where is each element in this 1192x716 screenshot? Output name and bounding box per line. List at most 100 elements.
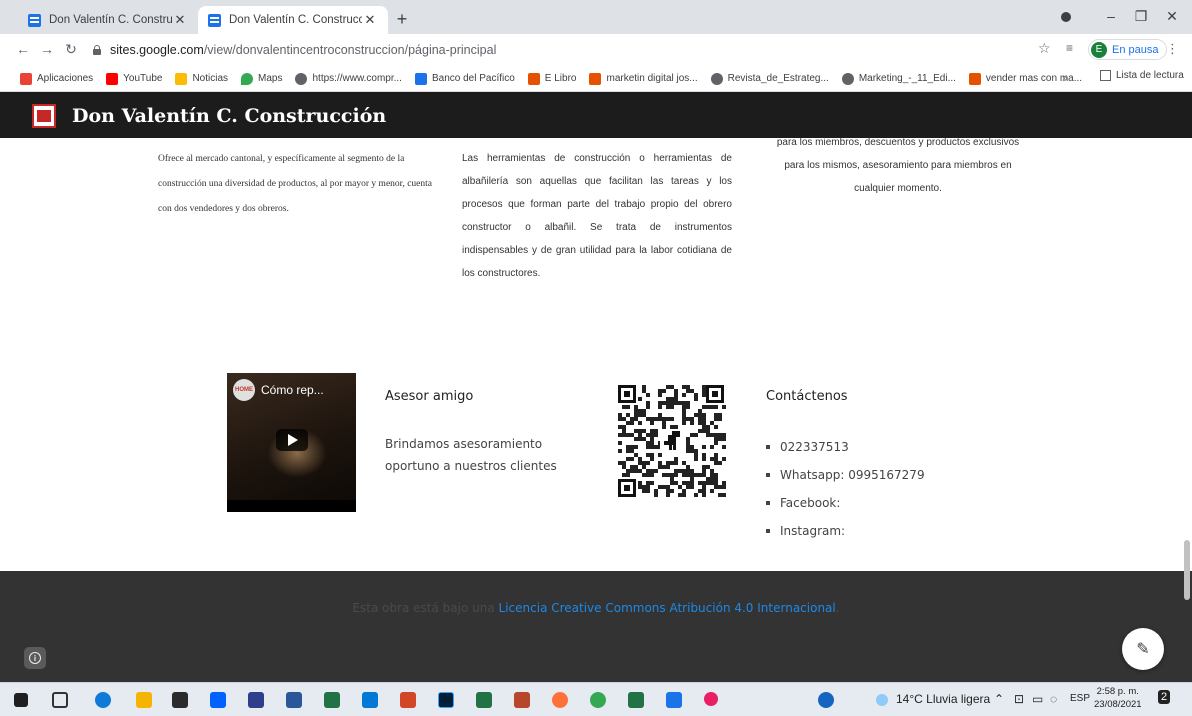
- publisher-icon[interactable]: [324, 692, 340, 708]
- close-icon[interactable]: ✕: [172, 12, 188, 28]
- avatar: E: [1091, 41, 1107, 58]
- bookmark-item[interactable]: https://www.compr...: [295, 72, 402, 85]
- minimize-icon[interactable]: –: [1096, 8, 1126, 24]
- qr-module: [682, 489, 686, 493]
- qr-module: [622, 461, 626, 465]
- tab-title: Don Valentín C. Construcción: [49, 14, 172, 26]
- bookmarks-overflow-button[interactable]: »: [1062, 73, 1068, 84]
- notification-center-icon[interactable]: 2: [1158, 690, 1171, 704]
- forward-icon[interactable]: →: [38, 41, 56, 57]
- menu-kebab-icon[interactable]: ⋮: [1166, 41, 1179, 57]
- qr-module: [634, 437, 638, 441]
- description-column-1: Ofrece al mercado cantonal, y específica…: [158, 154, 432, 214]
- qr-module: [722, 457, 726, 461]
- address-bar[interactable]: sites.google.com/view/donvalentincentroc…: [92, 39, 1052, 61]
- network-icon[interactable]: ⊡: [1014, 692, 1024, 706]
- reload-icon[interactable]: ↻: [62, 41, 80, 58]
- excel-icon[interactable]: [476, 692, 492, 708]
- edge-browser-icon[interactable]: [95, 692, 111, 708]
- photoshop-icon[interactable]: [438, 692, 454, 708]
- dropbox-icon[interactable]: [210, 692, 226, 708]
- qr-module: [690, 473, 694, 477]
- chat-icon[interactable]: [666, 692, 682, 708]
- bookmark-item[interactable]: Noticias: [175, 72, 228, 85]
- bookmark-star-icon[interactable]: ☆: [1038, 40, 1051, 57]
- contact-facebook: Facebook:: [780, 496, 841, 510]
- qr-module: [662, 465, 666, 469]
- system-clock[interactable]: 2:58 p. m. 23/08/2021: [1094, 685, 1142, 711]
- site-info-button[interactable]: i: [24, 647, 46, 669]
- weather-label[interactable]: 14°C Lluvia ligera: [896, 692, 990, 706]
- qr-module: [626, 449, 630, 453]
- qr-module: [718, 433, 722, 437]
- qr-module: [702, 413, 706, 417]
- qr-module: [666, 405, 670, 409]
- qr-module: [634, 453, 638, 457]
- bookmark-item[interactable]: Maps: [241, 72, 282, 85]
- site-title[interactable]: Don Valentín C. Construcción: [72, 105, 386, 127]
- license-link[interactable]: Licencia Creative Commons Atribución 4.0…: [499, 601, 836, 615]
- word-icon[interactable]: [286, 692, 302, 708]
- qr-module: [666, 397, 670, 401]
- qr-module: [658, 453, 662, 457]
- page-scrollbar[interactable]: [1184, 540, 1190, 600]
- media-control-icon[interactable]: ≡: [1066, 41, 1073, 55]
- list-item: Whatsapp: 0995167279: [766, 461, 925, 489]
- bookmark-item[interactable]: marketin digital jos...: [589, 72, 698, 85]
- site-logo-icon[interactable]: [32, 104, 56, 128]
- new-tab-button[interactable]: +: [392, 9, 412, 30]
- snipping-tool-icon[interactable]: [704, 692, 718, 706]
- bookmark-item[interactable]: Banco del Pacífico: [414, 72, 515, 85]
- list-item: 022337513: [766, 433, 925, 461]
- qr-module: [622, 473, 626, 477]
- chrome-icon[interactable]: [590, 692, 606, 708]
- close-icon[interactable]: ✕: [362, 12, 378, 28]
- qr-module: [622, 405, 626, 409]
- qr-module: [702, 421, 706, 425]
- firefox-icon[interactable]: [552, 692, 568, 708]
- qr-module: [626, 421, 630, 425]
- bookmark-item[interactable]: Revista_de_Estrateg...: [710, 72, 829, 85]
- bookmark-item[interactable]: YouTube: [106, 72, 162, 85]
- profile-button[interactable]: E En pausa: [1088, 39, 1168, 60]
- back-icon[interactable]: ←: [14, 41, 32, 57]
- language-indicator[interactable]: ESP: [1070, 693, 1090, 704]
- window-close-icon[interactable]: ✕: [1157, 8, 1187, 25]
- windows-start-icon[interactable]: [14, 693, 28, 707]
- bookmarks-bar: Aplicaciones YouTube Noticias Maps https…: [0, 66, 1192, 92]
- qr-module: [702, 493, 706, 497]
- reading-list-button[interactable]: Lista de lectura: [1100, 70, 1184, 81]
- wifi-icon[interactable]: ◌: [1050, 692, 1057, 706]
- qr-module: [658, 485, 662, 489]
- qr-module: [666, 385, 670, 389]
- help-icon[interactable]: [818, 692, 834, 708]
- qr-code-icon: [616, 383, 726, 499]
- battery-icon[interactable]: ▭: [1032, 692, 1043, 706]
- access-icon[interactable]: [514, 692, 530, 708]
- qr-module: [710, 457, 714, 461]
- powerpoint-icon[interactable]: [400, 692, 416, 708]
- play-icon[interactable]: [276, 429, 308, 451]
- browser-tab-1[interactable]: Don Valentín C. Construcción ✕: [18, 6, 198, 34]
- qr-module: [698, 409, 702, 413]
- maximize-icon[interactable]: ❐: [1126, 8, 1156, 25]
- video-embed[interactable]: HOME Cómo rep...: [227, 373, 356, 512]
- project-icon[interactable]: [628, 692, 644, 708]
- bookmark-item[interactable]: Marketing_-_11_Edi...: [841, 72, 956, 85]
- outlook-icon[interactable]: [362, 692, 378, 708]
- qr-module: [694, 397, 698, 401]
- qr-module: [674, 481, 678, 485]
- browser-tab-2[interactable]: Don Valentín C. Construcción ✕: [198, 6, 388, 34]
- video-bottom-bar: [227, 500, 356, 512]
- task-view-icon[interactable]: [52, 692, 68, 708]
- qr-module: [678, 485, 682, 489]
- bookmark-item[interactable]: Aplicaciones: [20, 72, 93, 85]
- bookmark-item[interactable]: E Libro: [527, 72, 576, 85]
- tray-chevron-icon[interactable]: ⌃: [994, 692, 1004, 706]
- store-icon[interactable]: [172, 692, 188, 708]
- qr-module: [622, 465, 626, 469]
- app-icon[interactable]: [248, 692, 264, 708]
- qr-module: [722, 485, 726, 489]
- edit-pencil-button[interactable]: ✎: [1122, 628, 1164, 670]
- file-explorer-icon[interactable]: [136, 692, 152, 708]
